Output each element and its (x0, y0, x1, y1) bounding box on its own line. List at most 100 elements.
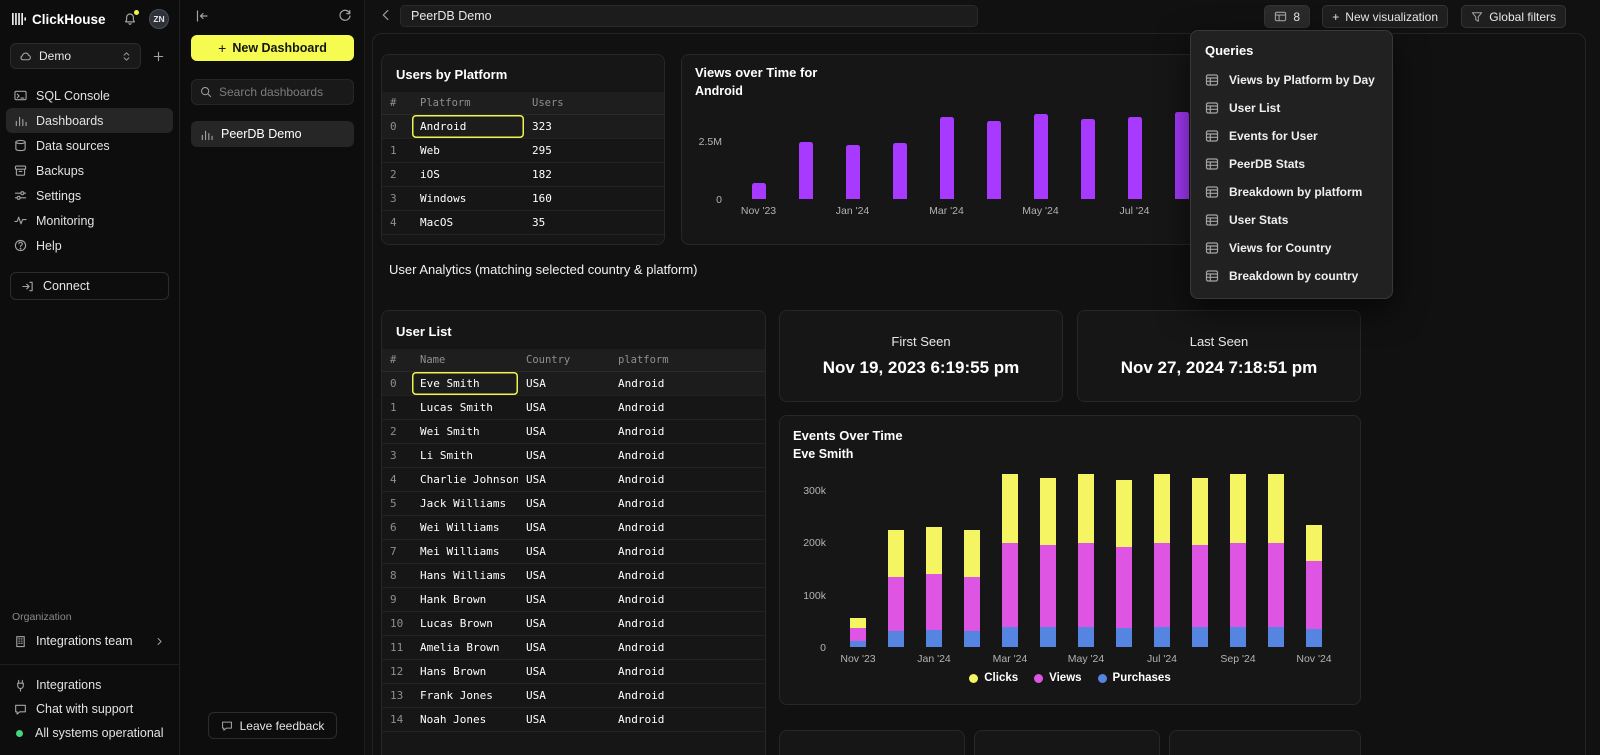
stacked-bar[interactable] (1192, 470, 1208, 647)
table-row[interactable]: 0Android323 (382, 115, 664, 139)
table-row[interactable]: 8Hans WilliamsUSAAndroid (382, 564, 765, 588)
stacked-bar[interactable] (1002, 470, 1018, 647)
table-row[interactable]: 12Hans BrownUSAAndroid (382, 660, 765, 684)
bar[interactable] (1034, 114, 1048, 199)
stacked-bar[interactable] (926, 470, 942, 647)
table-row[interactable]: 3Li SmithUSAAndroid (382, 444, 765, 468)
refresh-icon[interactable] (338, 9, 352, 23)
bar-slot (1064, 96, 1111, 199)
plus-icon: + (218, 40, 226, 56)
notifications-bell-icon[interactable] (123, 12, 137, 26)
sidebar-item-integrations[interactable]: Integrations (6, 673, 173, 697)
views-chart: Nov '23Jan '24Mar '24May '24Jul '24 (735, 96, 1205, 200)
leave-feedback-button[interactable]: Leave feedback (208, 712, 338, 739)
table-row[interactable]: 6Wei WilliamsUSAAndroid (382, 516, 765, 540)
table-row[interactable]: 10Lucas BrownUSAAndroid (382, 612, 765, 636)
table-row[interactable]: 0Eve SmithUSAAndroid (382, 372, 765, 396)
views-chart-yaxis: 02.5M (688, 96, 728, 200)
bar-segment-clicks (888, 530, 904, 577)
new-visualization-button[interactable]: + New visualization (1322, 5, 1448, 28)
bar[interactable] (1081, 119, 1095, 199)
sidebar-header: ClickHouse ZN (0, 0, 179, 35)
bar[interactable] (940, 117, 954, 199)
sidebar-item-help[interactable]: Help (6, 233, 173, 258)
bar[interactable] (1128, 117, 1142, 199)
table-row[interactable]: 2Wei SmithUSAAndroid (382, 420, 765, 444)
query-item-peerdb-stats[interactable]: PeerDB Stats (1191, 150, 1392, 178)
bar[interactable] (1175, 112, 1189, 199)
global-filters-button[interactable]: Global filters (1461, 5, 1566, 28)
new-dashboard-button[interactable]: + New Dashboard (191, 35, 354, 61)
add-workspace-button[interactable] (147, 45, 169, 67)
sidebar-item-settings[interactable]: Settings (6, 183, 173, 208)
users-by-platform-card: Users by Platform #PlatformUsers0Android… (381, 54, 665, 245)
stacked-bar[interactable] (888, 470, 904, 647)
dashboard-list-item[interactable]: PeerDB Demo (191, 121, 354, 147)
stacked-bar[interactable] (1268, 470, 1284, 647)
sidebar-item-label: Monitoring (36, 214, 94, 228)
workspace-selector[interactable]: Demo (10, 43, 141, 69)
bar-slot (953, 470, 991, 647)
stacked-bar[interactable] (1116, 470, 1132, 647)
stacked-bar[interactable] (1040, 470, 1056, 647)
query-item-views-by-platform-by-day[interactable]: Views by Platform by Day (1191, 66, 1392, 94)
table-row[interactable]: 7Mei WilliamsUSAAndroid (382, 540, 765, 564)
bar[interactable] (799, 142, 813, 199)
sidebar-item-monitoring[interactable]: Monitoring (6, 208, 173, 233)
table-row[interactable]: 3Windows160 (382, 187, 664, 211)
back-arrow-icon[interactable] (379, 8, 393, 22)
table-row[interactable]: 1Web295 (382, 139, 664, 163)
organization-team-item[interactable]: Integrations team (6, 628, 173, 654)
table-row[interactable]: 13Frank JonesUSAAndroid (382, 684, 765, 708)
system-status-item[interactable]: All systems operational (6, 721, 173, 745)
stacked-bar[interactable] (1078, 470, 1094, 647)
stacked-bar[interactable] (1230, 470, 1246, 647)
search-dashboards-input[interactable] (219, 85, 345, 99)
table-row[interactable]: 4Charlie JohnsonUSAAndroid (382, 468, 765, 492)
queries-count-button[interactable]: 8 (1264, 5, 1310, 28)
stacked-bar[interactable] (1306, 470, 1322, 647)
collapse-sidebar-icon[interactable] (195, 9, 209, 23)
table-cell: Frank Jones (412, 684, 518, 707)
bar-slot (970, 96, 1017, 199)
table-row[interactable]: 2iOS182 (382, 163, 664, 187)
stacked-bar[interactable] (850, 470, 866, 647)
table-row[interactable]: 5Jack WilliamsUSAAndroid (382, 492, 765, 516)
query-item-views-for-country[interactable]: Views for Country (1191, 234, 1392, 262)
bar-segment-clicks (926, 527, 942, 574)
sidebar-item-chat-support[interactable]: Chat with support (6, 697, 173, 721)
table-cell: Wei Williams (412, 516, 518, 539)
sidebar-item-backups[interactable]: Backups (6, 158, 173, 183)
legend-dot (1034, 674, 1043, 683)
sidebar: ClickHouse ZN Demo SQL ConsoleD (0, 0, 180, 755)
stacked-bar[interactable] (964, 470, 980, 647)
query-item-events-for-user[interactable]: Events for User (1191, 122, 1392, 150)
bar[interactable] (987, 121, 1001, 199)
table-row[interactable]: 14Noah JonesUSAAndroid (382, 708, 765, 732)
selected-cell: Eve Smith (412, 372, 518, 395)
bar[interactable] (893, 143, 907, 199)
query-item-breakdown-by-country[interactable]: Breakdown by country (1191, 262, 1392, 290)
sidebar-item-sql-console[interactable]: SQL Console (6, 83, 173, 108)
stacked-bar[interactable] (1154, 470, 1170, 647)
bar[interactable] (752, 183, 766, 199)
connect-button[interactable]: Connect (10, 272, 169, 300)
bar[interactable] (846, 145, 860, 199)
query-item-user-stats[interactable]: User Stats (1191, 206, 1392, 234)
bar-slot: Jan '24 (915, 470, 953, 647)
table-cell: Android (610, 372, 765, 395)
table-row[interactable]: 9Hank BrownUSAAndroid (382, 588, 765, 612)
queries-dropdown: Queries Views by Platform by DayUser Lis… (1190, 30, 1393, 299)
avatar[interactable]: ZN (149, 9, 169, 29)
bar-slot: Jan '24 (829, 96, 876, 199)
sidebar-item-dashboards[interactable]: Dashboards (6, 108, 173, 133)
sidebar-item-data-sources[interactable]: Data sources (6, 133, 173, 158)
table-row[interactable]: 1Lucas SmithUSAAndroid (382, 396, 765, 420)
query-item-breakdown-by-platform[interactable]: Breakdown by platform (1191, 178, 1392, 206)
table-row[interactable]: 4MacOS35 (382, 211, 664, 235)
query-item-user-list[interactable]: User List (1191, 94, 1392, 122)
dashboard-title-input[interactable] (400, 5, 978, 27)
dashboard-item-label: PeerDB Demo (221, 127, 302, 141)
bar-segment-clicks (1002, 474, 1018, 543)
table-row[interactable]: 11Amelia BrownUSAAndroid (382, 636, 765, 660)
